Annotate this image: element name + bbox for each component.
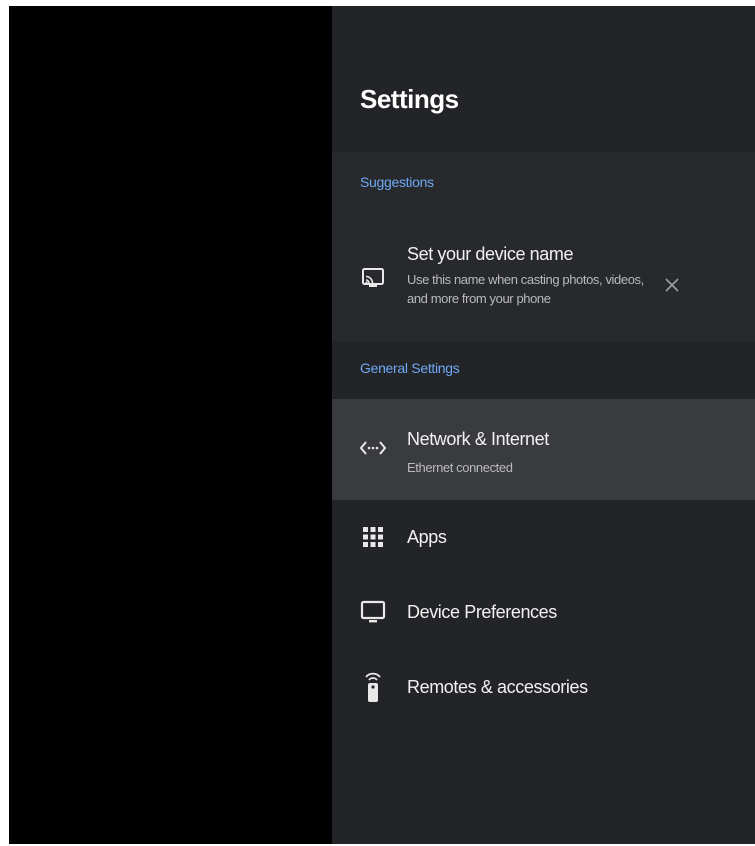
settings-item-apps[interactable]: Apps	[332, 510, 755, 566]
remote-icon	[360, 671, 386, 703]
network-subtitle: Ethernet connected	[407, 460, 513, 475]
network-icon	[360, 435, 386, 461]
apps-title: Apps	[407, 527, 447, 547]
apps-grid-icon	[360, 524, 386, 550]
suggestion-device-name[interactable]: Set your device name Use this name when …	[332, 231, 755, 321]
page-title: Settings	[360, 84, 459, 114]
cast-icon	[360, 265, 386, 291]
content-backdrop	[9, 6, 332, 844]
network-title: Network & Internet	[407, 429, 549, 449]
device-preferences-title: Device Preferences	[407, 602, 557, 622]
close-icon[interactable]	[662, 275, 682, 295]
suggestions-section-label: Suggestions	[360, 174, 434, 190]
tv-icon	[360, 599, 386, 625]
suggestion-title: Set your device name	[407, 244, 574, 264]
remotes-title: Remotes & accessories	[407, 677, 588, 697]
settings-panel: Settings Suggestions Set your device nam…	[332, 6, 755, 844]
suggestion-subtitle: Use this name when casting photos, video…	[407, 272, 644, 306]
settings-item-device-preferences[interactable]: Device Preferences	[332, 584, 755, 640]
settings-item-network[interactable]: Network & Internet Ethernet connected	[332, 399, 755, 500]
general-settings-section-label: General Settings	[360, 360, 460, 376]
screen: Settings Suggestions Set your device nam…	[9, 6, 755, 844]
settings-item-remotes[interactable]: Remotes & accessories	[332, 659, 755, 715]
